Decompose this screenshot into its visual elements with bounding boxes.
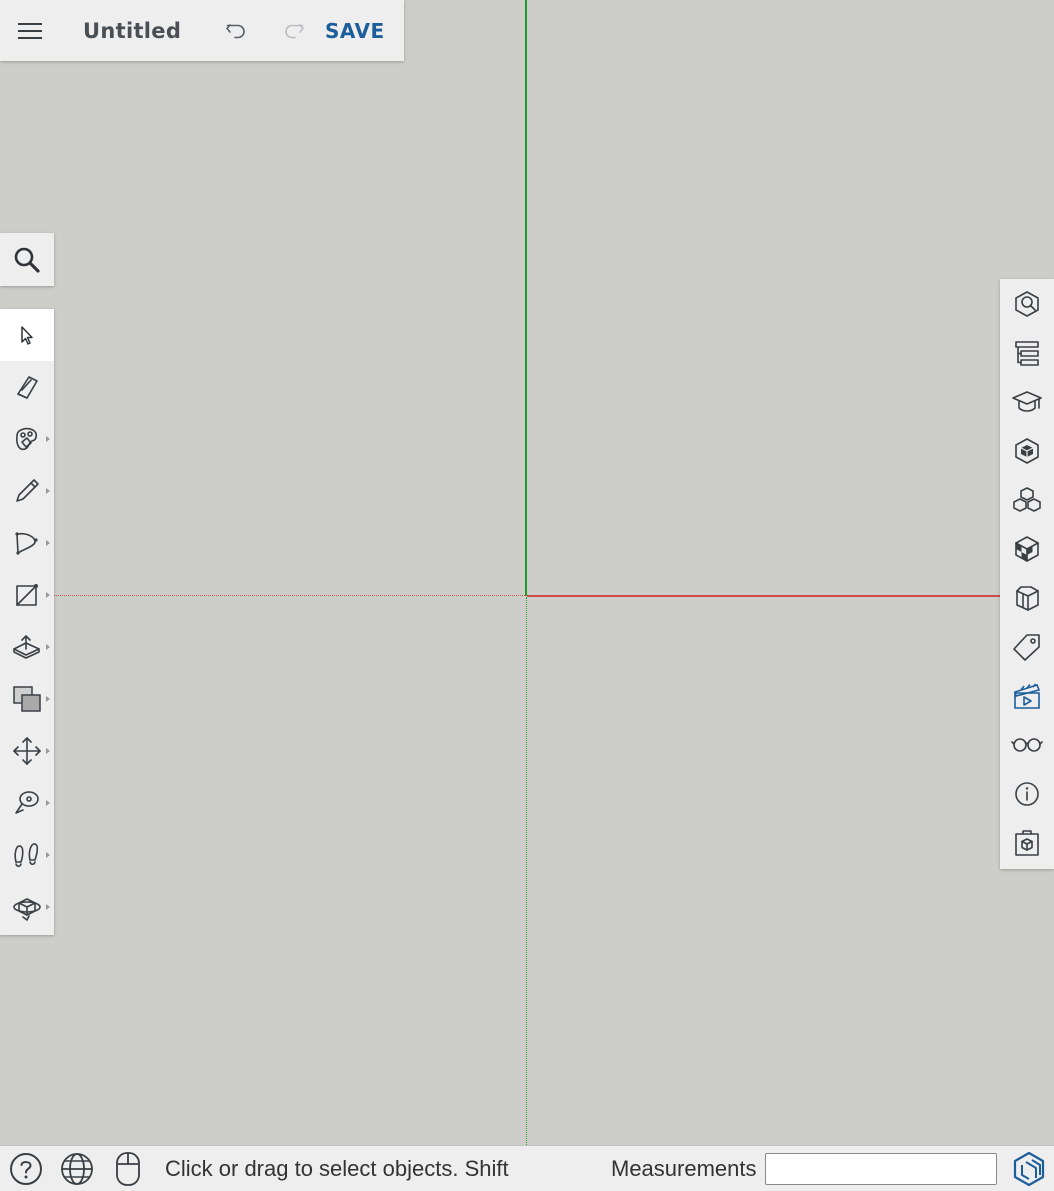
redo-icon[interactable] (264, 0, 324, 61)
clapperboard-icon (1014, 682, 1041, 709)
materials-panel-button[interactable] (1000, 426, 1054, 475)
globe-icon[interactable] (51, 1146, 102, 1191)
components-panel-button[interactable] (1000, 475, 1054, 524)
eraser-tool-button[interactable] (0, 361, 54, 413)
rectangle-icon (16, 584, 38, 606)
top-bar: Untitled SAVE (0, 0, 404, 61)
pencil-icon (16, 479, 39, 502)
glasses-icon (1011, 737, 1043, 752)
push-pull-icon (13, 635, 40, 659)
info-icon (1015, 781, 1039, 806)
footprints-icon (14, 843, 39, 868)
3d-warehouse-panel-button[interactable] (1000, 818, 1054, 867)
instructor-panel-button[interactable] (1000, 377, 1054, 426)
status-bar: Click or drag to select objects. Shift M… (0, 1145, 1054, 1191)
walk-tool-button[interactable] (0, 829, 54, 881)
pencil-tool-button[interactable] (0, 465, 54, 517)
scenes-3d-icon (1016, 585, 1039, 611)
left-toolbar (0, 309, 54, 935)
styles-icon (1015, 535, 1039, 562)
document-title[interactable]: Untitled (83, 19, 208, 43)
eraser-icon (17, 376, 38, 399)
entity-info-icon (1015, 290, 1039, 317)
measurements-input[interactable] (764, 1152, 997, 1185)
orbit-icon (13, 898, 41, 921)
right-toolbar (1000, 279, 1054, 869)
search-icon[interactable] (0, 233, 54, 286)
styles-panel-button[interactable] (1000, 524, 1054, 573)
orbit-tool-button[interactable] (0, 881, 54, 933)
status-hint-text: Click or drag to select objects. Shift (165, 1155, 509, 1181)
viewport-canvas[interactable] (0, 0, 1054, 1145)
scenes-3d-panel-button[interactable] (1000, 573, 1054, 622)
measurements-label: Measurements (611, 1155, 757, 1181)
move-icon (13, 737, 41, 765)
red-axis-solid (527, 594, 1000, 597)
paint-bucket-icon (16, 427, 38, 451)
select-tool-button[interactable] (0, 309, 54, 361)
mouse-icon[interactable] (102, 1146, 153, 1191)
undo-icon[interactable] (206, 0, 266, 61)
arc-icon (15, 532, 38, 555)
offset-tool-button[interactable] (0, 673, 54, 725)
outliner-panel-button[interactable] (1000, 328, 1054, 377)
green-axis-dotted (526, 597, 527, 1145)
search-panel (0, 233, 54, 286)
tape-measure-tool-button[interactable] (0, 777, 54, 829)
push-pull-tool-button[interactable] (0, 621, 54, 673)
materials-icon (1015, 437, 1039, 464)
graduation-cap-icon (1012, 390, 1042, 412)
info-panel-button[interactable] (1000, 769, 1054, 818)
hamburger-menu-icon[interactable] (0, 0, 60, 61)
help-icon[interactable] (0, 1146, 51, 1191)
move-tool-button[interactable] (0, 725, 54, 777)
green-axis-solid (525, 0, 527, 596)
entity-info-panel-button[interactable] (1000, 279, 1054, 328)
red-axis-dotted (54, 595, 525, 596)
sketchup-logo-icon[interactable] (1009, 1146, 1049, 1191)
outliner-icon (1015, 340, 1039, 366)
tape-measure-icon (15, 791, 39, 814)
display-panel-button[interactable] (1000, 720, 1054, 769)
scenes-panel-button[interactable] (1000, 671, 1054, 720)
components-icon (1013, 486, 1041, 512)
cursor-arrow-icon (21, 326, 33, 345)
save-button[interactable]: SAVE (325, 19, 385, 43)
tags-panel-button[interactable] (1000, 622, 1054, 671)
arc-tool-button[interactable] (0, 517, 54, 569)
paint-tool-button[interactable] (0, 413, 54, 465)
rectangle-tool-button[interactable] (0, 569, 54, 621)
tag-icon (1013, 633, 1040, 661)
warehouse-box-icon (1015, 829, 1039, 856)
offset-icon (13, 686, 41, 712)
